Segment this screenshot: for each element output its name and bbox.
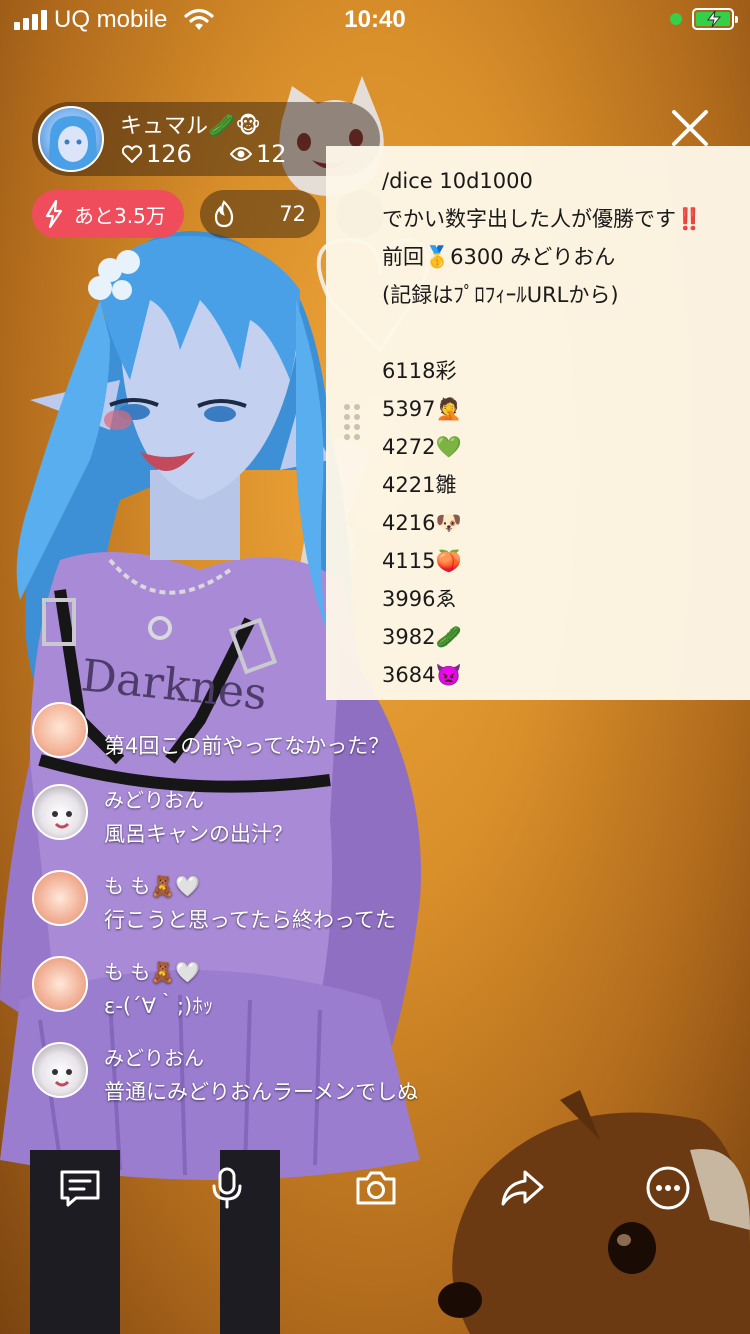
gift-goal-label: あと3.5万 xyxy=(74,203,166,228)
pinned-score: 4221雛 xyxy=(382,473,457,497)
comment-text: 行こうと思ってたら終わってた xyxy=(104,908,396,932)
pinned-message-panel[interactable]: /dice 10d1000 でかい数字出した人が優勝です‼️ 前回🥇6300 み… xyxy=(326,146,750,700)
like-count: 126 xyxy=(122,140,192,168)
pinned-score: 6118彩 xyxy=(382,359,457,383)
host-name: キュマル🥒🐵 xyxy=(120,114,261,139)
commenter-name: も も🧸🤍 xyxy=(104,874,201,898)
pinned-spacer xyxy=(382,314,750,352)
commenter-avatar[interactable] xyxy=(32,702,88,758)
flame-icon xyxy=(214,200,234,228)
battery-icon xyxy=(692,8,738,30)
pinned-score: 5397🤦 xyxy=(382,397,462,421)
commenter-name: も も🧸🤍 xyxy=(104,960,201,984)
commenter-avatar[interactable] xyxy=(32,956,88,1012)
microphone-icon xyxy=(212,1167,242,1209)
pinned-line: /dice 10d1000 xyxy=(382,169,533,193)
fire-count: 72 xyxy=(279,202,306,226)
pinned-score: 4272💚 xyxy=(382,435,462,459)
pinned-line: (記録はﾌﾟﾛﾌｨｰﾙURLから) xyxy=(382,283,619,307)
more-button[interactable] xyxy=(636,1156,700,1220)
comment-button[interactable] xyxy=(48,1156,112,1220)
viewer-count: 12 xyxy=(230,140,287,168)
microphone-button[interactable] xyxy=(195,1156,259,1220)
heart-icon xyxy=(122,145,142,163)
pinned-line: でかい数字出した人が優勝です‼️ xyxy=(382,207,703,231)
recording-indicator xyxy=(670,13,682,25)
like-count-value: 126 xyxy=(146,140,192,168)
commenter-name: みどりおん xyxy=(104,1046,204,1070)
commenter-avatar[interactable] xyxy=(32,784,88,840)
pinned-score: 4115🍑 xyxy=(382,549,462,573)
bottom-toolbar xyxy=(0,1150,750,1224)
comment-icon xyxy=(60,1170,100,1207)
more-icon xyxy=(646,1166,690,1210)
comment-text: 風呂キャンの出汁？ xyxy=(104,822,293,846)
pinned-score: 3996ゑ xyxy=(382,587,457,611)
commenter-name: みどりおん xyxy=(104,788,204,812)
charging-bolt-icon xyxy=(706,10,722,28)
lightning-icon xyxy=(45,200,63,228)
status-bar: UQ mobile 10:40 xyxy=(0,0,750,40)
commenter-avatar[interactable] xyxy=(32,1042,88,1098)
share-icon xyxy=(501,1170,544,1206)
drag-handle-icon[interactable] xyxy=(344,404,360,440)
commenter-avatar[interactable] xyxy=(32,870,88,926)
clock: 10:40 xyxy=(344,6,406,33)
host-avatar[interactable] xyxy=(38,106,104,172)
close-icon[interactable] xyxy=(666,104,714,152)
comment-text: 第4回この前やってなかった？ xyxy=(104,734,390,758)
pinned-score: 4216🐶 xyxy=(382,511,462,535)
camera-icon xyxy=(356,1171,396,1205)
comment-text: ε-(´∀｀;)ﾎｯ xyxy=(104,994,214,1018)
pinned-score: 3982🥒 xyxy=(382,625,462,649)
camera-button[interactable] xyxy=(344,1156,408,1220)
eye-icon xyxy=(230,147,252,161)
share-button[interactable] xyxy=(490,1156,554,1220)
comment-text: 普通にみどりおんラーメンでしぬ xyxy=(104,1080,419,1104)
pinned-line: 前回🥇6300 みどりおん xyxy=(382,245,616,269)
gift-goal-badge[interactable]: あと3.5万 xyxy=(32,190,184,238)
fire-counter-badge[interactable]: 72 xyxy=(200,190,320,238)
pinned-score: 3684👿 xyxy=(382,663,462,687)
viewer-count-value: 12 xyxy=(256,140,287,168)
